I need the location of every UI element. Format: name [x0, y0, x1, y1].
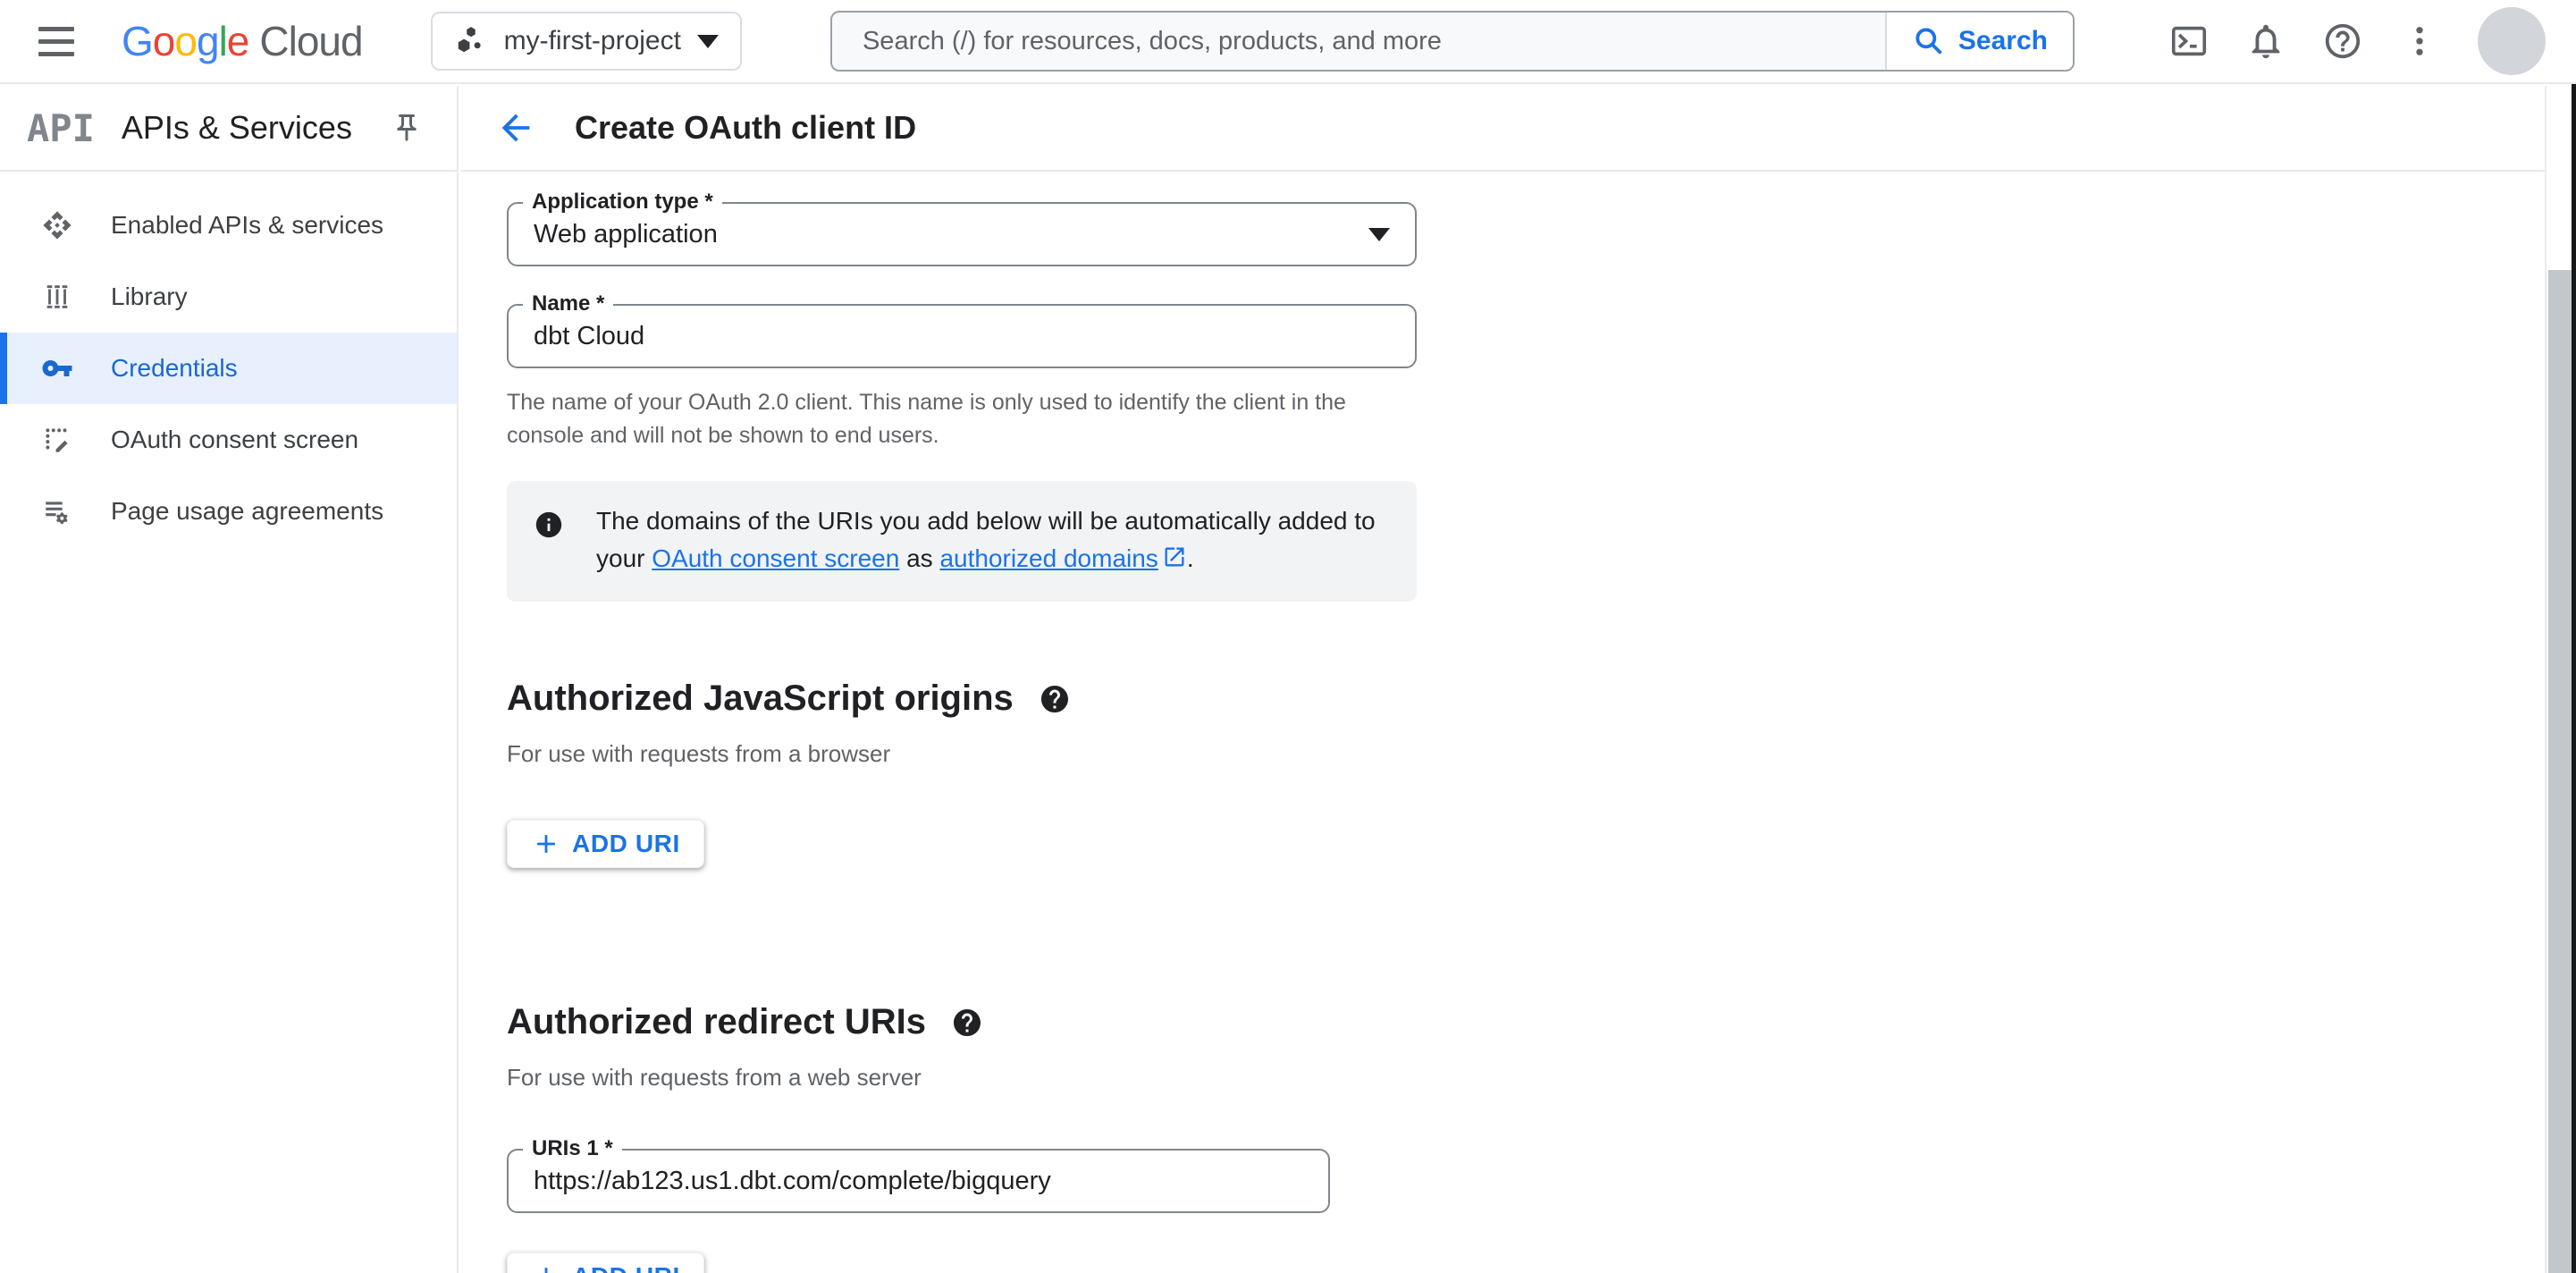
page-title: Create OAuth client ID	[575, 109, 917, 146]
search-input[interactable]	[831, 13, 1885, 70]
arrow-back-icon	[495, 107, 536, 148]
application-type-select[interactable]: Application type * Web application	[507, 190, 1417, 266]
search-icon	[1912, 24, 1946, 58]
google-cloud-logo[interactable]: G o o g l e Cloud	[122, 17, 364, 65]
sidebar-item-library[interactable]: Library	[0, 261, 457, 333]
uri-1-label: URIs 1 *	[523, 1136, 622, 1161]
logo-letter: o	[174, 18, 198, 64]
notifications-button[interactable]	[2240, 15, 2292, 67]
logo-letter: e	[226, 18, 250, 64]
info-line-1: The domains of the URIs you add below wi…	[596, 507, 1376, 535]
name-field: Name *	[507, 291, 1417, 368]
sidebar-item-enabled-apis[interactable]: Enabled APIs & services	[0, 190, 457, 261]
sidebar-item-label: OAuth consent screen	[111, 426, 359, 453]
cloud-shell-button[interactable]	[2163, 15, 2215, 67]
help-circle-icon[interactable]	[1039, 683, 1071, 715]
uri-1-field: URIs 1 *	[507, 1136, 1330, 1213]
add-uri-button-redirects[interactable]: ADD URI	[507, 1252, 704, 1273]
plus-icon	[531, 1261, 561, 1273]
pin-icon	[391, 112, 423, 144]
sidebar-header: API APIs & Services	[0, 86, 457, 172]
application-type-value: Web application	[534, 219, 718, 249]
info-banner: The domains of the URIs you add below wi…	[507, 481, 1417, 602]
project-selector[interactable]: my-first-project	[430, 12, 742, 71]
main-content: Create OAuth client ID Application type …	[460, 86, 2576, 1273]
name-helper-text: The name of your OAuth 2.0 client. This …	[507, 390, 1346, 448]
terminal-icon	[2168, 21, 2210, 62]
sidebar-item-credentials[interactable]: Credentials	[0, 333, 457, 404]
info-line-2: your OAuth consent screen as authorized …	[596, 540, 1376, 580]
bell-icon	[2245, 21, 2286, 62]
info-icon	[534, 502, 564, 544]
top-app-bar: G o o g l e Cloud my-first-project Searc…	[0, 0, 2576, 84]
application-type-label: Application type *	[523, 190, 722, 215]
search-button[interactable]: Search	[1884, 13, 2073, 70]
list-gear-icon	[39, 493, 75, 529]
project-icon	[454, 24, 488, 58]
logo-letter: l	[218, 18, 228, 64]
logo-letter: g	[196, 18, 220, 64]
project-name: my-first-project	[503, 26, 681, 55]
oauth-consent-screen-link[interactable]: OAuth consent screen	[652, 544, 899, 572]
search-button-label: Search	[1957, 26, 2048, 55]
chevron-down-icon	[696, 34, 719, 48]
main-menu-button[interactable]	[27, 12, 86, 71]
sidebar-item-label: Page usage agreements	[111, 497, 384, 525]
open-in-new-icon	[1162, 543, 1187, 580]
logo-letter: o	[152, 18, 176, 64]
oauth-client-form: Application type * Web application Name …	[460, 172, 2576, 1273]
library-icon	[39, 279, 75, 315]
dropdown-caret-icon	[1368, 227, 1390, 241]
pin-button[interactable]	[383, 105, 430, 151]
sidebar-item-label: Library	[111, 282, 188, 310]
logo-cloud-text: Cloud	[259, 18, 363, 64]
consent-screen-icon	[39, 422, 75, 458]
sidebar-item-oauth-consent[interactable]: OAuth consent screen	[0, 404, 457, 476]
menu-icon	[38, 26, 74, 31]
help-icon	[2322, 21, 2363, 62]
uri-1-input[interactable]	[534, 1166, 1303, 1196]
account-avatar[interactable]	[2478, 7, 2546, 75]
redirect-uris-section-title: Authorized redirect URIs	[507, 1002, 2576, 1042]
key-icon	[39, 350, 75, 386]
plus-icon	[531, 829, 561, 859]
sidebar-item-page-usage[interactable]: Page usage agreements	[0, 476, 457, 547]
window-edge	[2572, 0, 2576, 1273]
help-button[interactable]	[2317, 15, 2369, 67]
redirect-uris-subtitle: For use with requests from a web server	[507, 1064, 922, 1091]
name-label: Name *	[523, 291, 614, 316]
info-banner-text: The domains of the URIs you add below wi…	[596, 502, 1376, 580]
kebab-menu-icon	[2401, 22, 2438, 60]
topbar-actions	[2163, 7, 2546, 75]
js-origins-subtitle: For use with requests from a browser	[507, 740, 891, 767]
search-bar: Search	[829, 11, 2075, 72]
scrollbar-thumb[interactable]	[2548, 270, 2572, 1273]
authorized-domains-link[interactable]: authorized domains	[939, 544, 1158, 572]
back-button[interactable]	[491, 103, 541, 153]
sidebar-title: APIs & Services	[121, 109, 352, 146]
js-origins-section-title: Authorized JavaScript origins	[507, 679, 2576, 719]
name-input[interactable]	[534, 321, 1390, 351]
more-options-button[interactable]	[2394, 15, 2446, 67]
logo-letter: G	[122, 18, 154, 64]
help-circle-icon[interactable]	[951, 1007, 983, 1039]
sidebar-item-label: Enabled APIs & services	[111, 211, 384, 239]
apis-services-logo: API	[27, 105, 95, 150]
add-uri-button-origins[interactable]: ADD URI	[507, 820, 704, 868]
sidebar-item-label: Credentials	[111, 354, 238, 382]
sidebar-nav: Enabled APIs & services Library Credenti…	[0, 172, 457, 547]
sidebar: API APIs & Services Enabled APIs & servi…	[0, 86, 459, 1273]
api-icon	[39, 207, 75, 243]
page-header: Create OAuth client ID	[460, 86, 2576, 172]
scrollbar-track[interactable]	[2545, 86, 2572, 1273]
